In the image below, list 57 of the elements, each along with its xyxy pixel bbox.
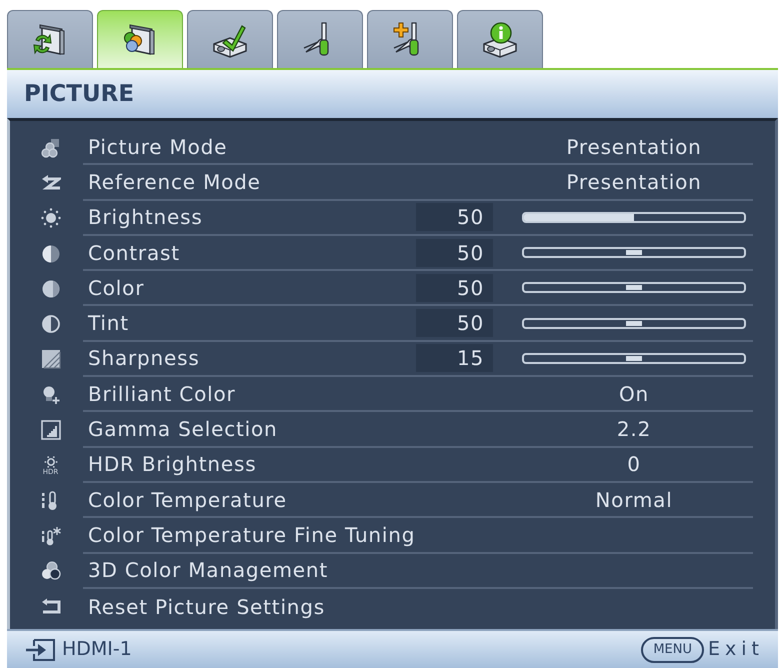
- menu-item[interactable]: Brilliant Color: [83, 378, 522, 409]
- numeric-value: 50: [416, 274, 493, 302]
- slider-track[interactable]: [522, 318, 746, 329]
- menu-item[interactable]: Tint: [83, 308, 416, 338]
- menu-tab[interactable]: [97, 10, 183, 68]
- input-source: HDMI-1: [62, 637, 132, 662]
- section-header: PICTURE: [7, 68, 778, 118]
- gamma-chart-icon: [40, 420, 60, 440]
- tint-icon: [40, 314, 60, 334]
- slider-track[interactable]: [522, 247, 746, 258]
- bulb-plus-icon: [40, 384, 60, 405]
- slider-track[interactable]: [522, 212, 746, 223]
- color-circles-icon: [40, 138, 60, 158]
- color-icon: [40, 278, 60, 299]
- numeric-value: 15: [416, 344, 493, 372]
- menu-item[interactable]: 3D Color Management: [83, 555, 753, 586]
- thermometer-star-icon: [40, 526, 60, 546]
- menu-tab[interactable]: [457, 10, 543, 68]
- overlapping-circles-icon: [40, 561, 60, 582]
- setting-value: 2.2: [616, 416, 652, 444]
- menu-item[interactable]: Color: [83, 272, 416, 303]
- menu-item[interactable]: Contrast: [83, 238, 416, 268]
- slider-thumb[interactable]: [626, 250, 642, 256]
- menu-item[interactable]: Color Temperature Fine Tuning: [83, 520, 753, 550]
- menu-tab[interactable]: [7, 10, 93, 68]
- menu-item[interactable]: Reset Picture Settings: [83, 592, 753, 622]
- slider-thumb[interactable]: [626, 285, 642, 290]
- menu-item[interactable]: Color Temperature: [83, 484, 522, 515]
- menu-item[interactable]: Gamma Selection: [83, 414, 522, 444]
- setting-value: 0: [627, 451, 641, 478]
- menu-tab[interactable]: [277, 10, 363, 68]
- setting-value: Normal: [595, 486, 673, 514]
- sun-icon: [44, 454, 58, 469]
- slider-track[interactable]: [522, 352, 746, 364]
- menu-key: MENU: [641, 636, 704, 662]
- numeric-value: 50: [416, 203, 493, 232]
- input-arrow-icon: [25, 638, 55, 660]
- sharpness-icon: [40, 349, 60, 370]
- setting-value: Presentation: [566, 134, 702, 161]
- menu-item[interactable]: Reference Mode: [83, 166, 522, 197]
- slider-thumb[interactable]: [626, 356, 642, 361]
- numeric-value: 50: [416, 238, 493, 267]
- menu-item[interactable]: Picture Mode: [83, 132, 522, 162]
- menu-item[interactable]: HDR Brightness: [83, 449, 522, 480]
- menu-item[interactable]: Brightness: [83, 202, 416, 232]
- sun-icon: [40, 208, 60, 228]
- menu-item[interactable]: Sharpness: [83, 343, 416, 374]
- return-arrow-icon: [40, 596, 60, 616]
- numeric-value: 50: [416, 309, 493, 338]
- menu-tab[interactable]: [367, 10, 453, 68]
- contrast-icon: [40, 244, 60, 264]
- slider-thumb[interactable]: [626, 320, 642, 326]
- exit-label: Exit: [708, 637, 764, 662]
- slider-track[interactable]: [522, 282, 746, 294]
- menu-tab[interactable]: [187, 10, 273, 68]
- setting-value: Presentation: [566, 168, 702, 196]
- setting-value: On: [618, 380, 650, 408]
